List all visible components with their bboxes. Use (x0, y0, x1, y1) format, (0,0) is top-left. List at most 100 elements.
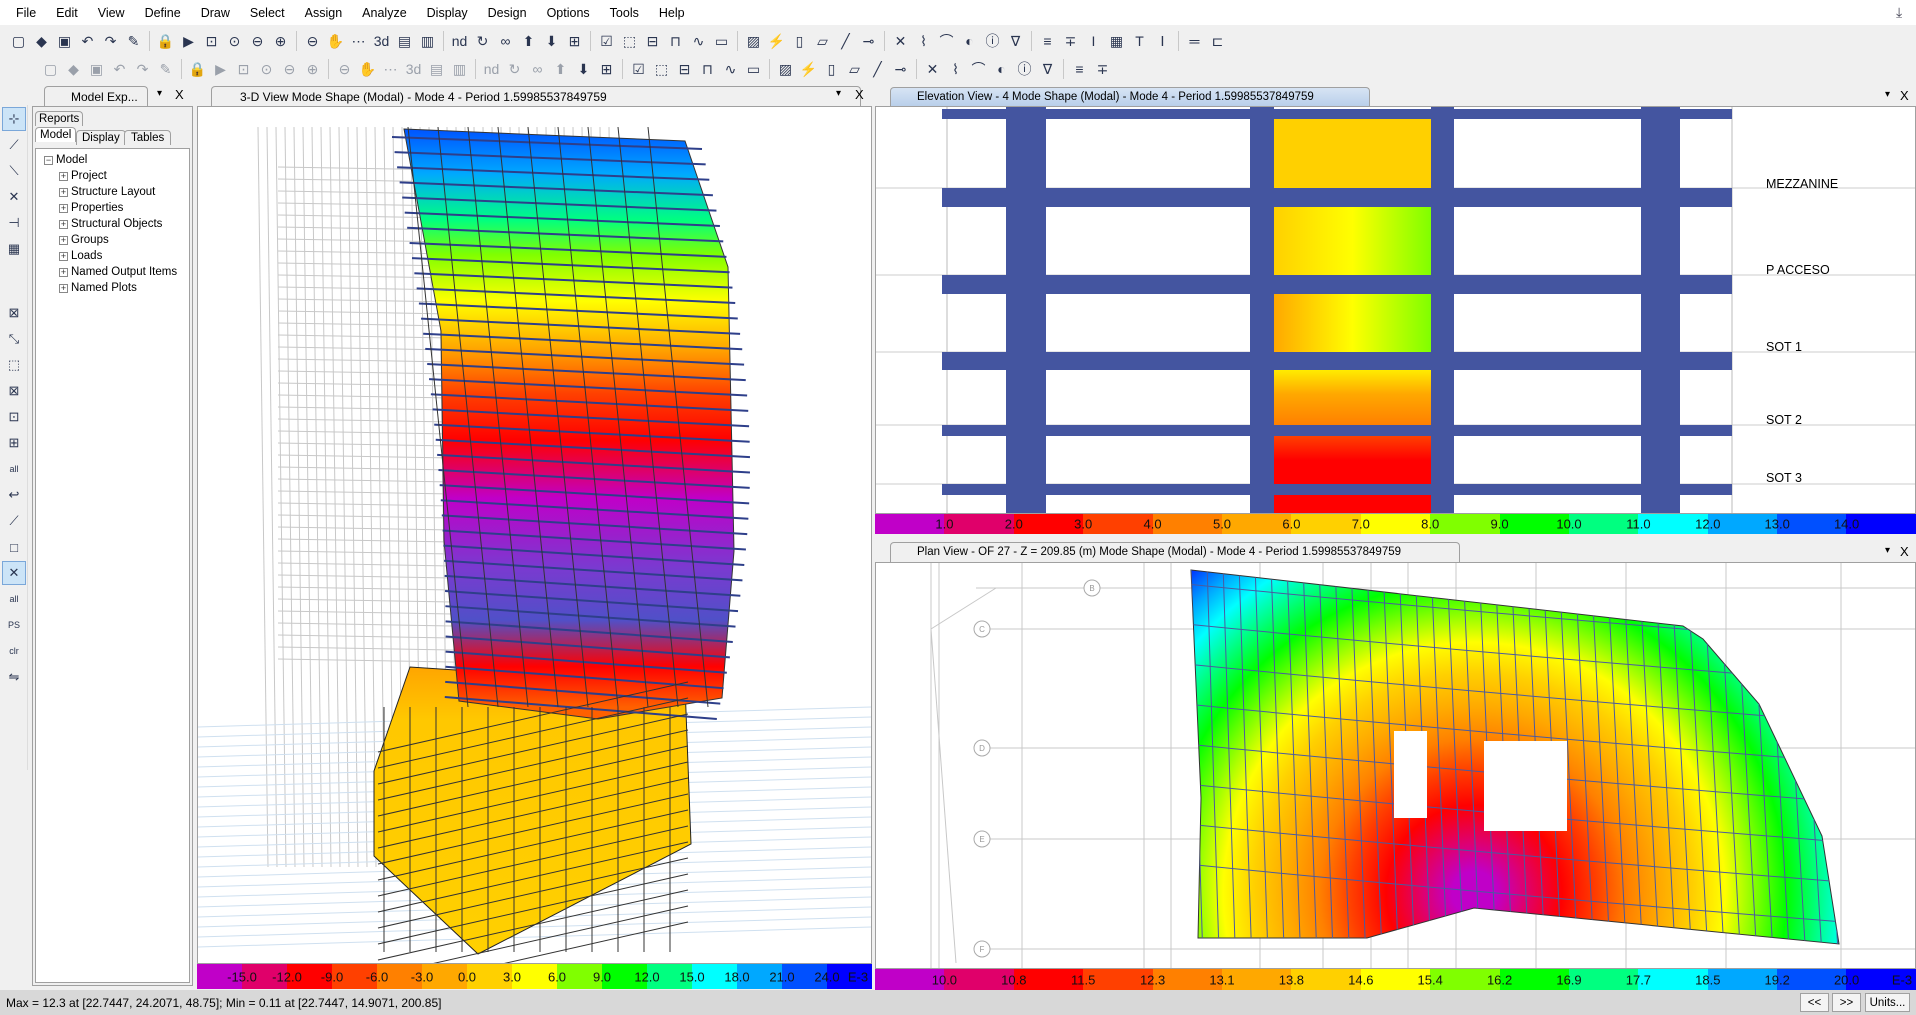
grid-dots-icon[interactable]: ⊕ (302, 58, 323, 80)
3d-view-icon[interactable]: 3d (371, 30, 392, 52)
zoom-previous-icon[interactable]: ⊖ (247, 30, 268, 52)
pencil-edit-icon[interactable]: ✎ (155, 58, 176, 80)
expand-icon[interactable]: + (59, 219, 68, 229)
glasses-icon[interactable]: ∞ (495, 30, 516, 52)
menu-select[interactable]: Select (240, 6, 295, 20)
draw-column-icon[interactable]: ⊓ (697, 58, 718, 80)
select-object-icon[interactable]: ⊡ (2, 405, 26, 429)
box-3d-icon[interactable]: ⬚ (619, 30, 640, 52)
select-brace-icon[interactable]: ✕ (2, 185, 26, 209)
join-icon[interactable]: ▥ (449, 58, 470, 80)
menu-assign[interactable]: Assign (295, 6, 353, 20)
spring-joint-icon[interactable]: ◆ (63, 58, 84, 80)
align-icon[interactable]: ⋯ (380, 58, 401, 80)
i-beam-icon[interactable]: I (1083, 30, 1104, 52)
merge-icon[interactable]: ✋ (357, 58, 378, 80)
assign-a-icon[interactable]: ∇ (1005, 30, 1026, 52)
merge-area-icon[interactable]: ⬇ (573, 58, 594, 80)
t-beam-icon[interactable]: T (1129, 30, 1150, 52)
view3d-dropdown-icon[interactable]: ▾ (836, 88, 841, 99)
elevation-dropdown-icon[interactable]: ▾ (1885, 89, 1890, 100)
select-joint-icon[interactable]: ⊹ (2, 107, 26, 131)
move-up-icon[interactable]: ⬆ (518, 30, 539, 52)
draw-rect-icon[interactable]: ▱ (844, 58, 865, 80)
lock-icon[interactable]: 🔒 (155, 30, 176, 52)
zoom-restore-icon[interactable]: ⊙ (224, 30, 245, 52)
expand-icon[interactable]: + (59, 187, 68, 197)
draw-area-icon[interactable]: ▯ (821, 58, 842, 80)
menu-draw[interactable]: Draw (191, 6, 240, 20)
paste-icon[interactable]: ⊡ (233, 58, 254, 80)
view3d-close-icon[interactable]: X (855, 87, 864, 102)
menu-analyze[interactable]: Analyze (352, 6, 416, 20)
draw-wall-icon[interactable]: ▨ (775, 58, 796, 80)
line-style-icon[interactable]: ═ (1184, 30, 1205, 52)
close-x-icon[interactable]: ✕ (890, 30, 911, 52)
tree-item[interactable]: + Groups (44, 232, 177, 248)
frame-icon[interactable]: ⊓ (665, 30, 686, 52)
menu-tools[interactable]: Tools (600, 6, 649, 20)
draw-slab-icon[interactable]: ∓ (1092, 58, 1113, 80)
template-icon[interactable]: ▦ (1106, 30, 1127, 52)
undo-icon[interactable]: ↶ (77, 30, 98, 52)
info-icon[interactable]: ⓘ (982, 30, 1003, 52)
select-line-icon[interactable]: ⟋ (2, 133, 26, 157)
new-file-icon[interactable]: ▢ (8, 30, 29, 52)
move-down-icon[interactable]: ⬇ (541, 30, 562, 52)
draw-spring-icon[interactable]: ✕ (922, 58, 943, 80)
draw-grid-icon[interactable]: ⊟ (674, 58, 695, 80)
shape-edit-icon[interactable]: ∞ (527, 58, 548, 80)
reshape-icon[interactable]: ☑ (628, 58, 649, 80)
assign-c-icon[interactable]: ∓ (1060, 30, 1081, 52)
collapse-icon[interactable]: − (44, 155, 53, 165)
tab-reports[interactable]: Reports (35, 111, 84, 126)
wall-icon[interactable]: ▯ (789, 30, 810, 52)
elevation-view-canvas[interactable]: MEZZANINE P ACCESO SOT 1 SOT 2 SOT 3 (875, 106, 1916, 514)
divide-icon[interactable]: ▤ (426, 58, 447, 80)
tree-item[interactable]: + Named Output Items (44, 264, 177, 280)
expand-icon[interactable]: + (59, 251, 68, 261)
expand-icon[interactable]: + (59, 283, 68, 293)
beam-icon[interactable]: ▭ (711, 30, 732, 52)
restraint-icon[interactable]: ▢ (40, 58, 61, 80)
joint-mass-icon[interactable]: ▣ (86, 58, 107, 80)
zoom-out-icon[interactable]: ⊖ (302, 30, 323, 52)
tree-item[interactable]: + Structure Layout (44, 184, 177, 200)
select-pattern-icon[interactable]: ⊞ (2, 431, 26, 455)
run-icon[interactable]: ▶ (178, 30, 199, 52)
copy-view-icon[interactable]: ⊏ (1207, 30, 1228, 52)
draw-hatch-icon[interactable]: ≡ (1069, 58, 1090, 80)
menu-help[interactable]: Help (649, 6, 695, 20)
draw-ref-icon[interactable]: ⓘ (1014, 58, 1035, 80)
draw-beam-icon[interactable]: ∿ (720, 58, 741, 80)
nd-view-icon[interactable]: nd (449, 30, 470, 52)
plan-view-icon[interactable]: ▤ (394, 30, 415, 52)
sound-icon[interactable]: ◐ (959, 30, 980, 52)
plan-dropdown-icon[interactable]: ▾ (1885, 545, 1890, 556)
move-joints-icon[interactable]: 3d (403, 58, 424, 80)
tree-item-model[interactable]: − Model (44, 152, 177, 168)
draw-section-icon[interactable]: ⌒ (968, 58, 989, 80)
elevation-view-icon[interactable]: ▥ (417, 30, 438, 52)
floor-icon[interactable]: ▱ (812, 30, 833, 52)
redo-icon[interactable]: ↷ (100, 30, 121, 52)
force-icon[interactable]: ⚡ (766, 30, 787, 52)
tab-3d-view[interactable]: 3-D View Mode Shape (Modal) - Mode 4 - P… (211, 86, 861, 106)
scissors-icon[interactable]: 🔒 (187, 58, 208, 80)
delete-icon[interactable]: ⊙ (256, 58, 277, 80)
select-allview-icon[interactable]: all (2, 587, 26, 611)
diaphragm-icon[interactable]: ↶ (109, 58, 130, 80)
checkbox-icon[interactable]: ☑ (596, 30, 617, 52)
select-area-icon[interactable]: ⬚ (2, 353, 26, 377)
tab-display[interactable]: Display (76, 130, 126, 145)
tab-tables[interactable]: Tables (124, 130, 172, 145)
download-icon[interactable]: ⤓ (1896, 4, 1902, 21)
tree-item[interactable]: + Project (44, 168, 177, 184)
tree-item[interactable]: + Properties (44, 200, 177, 216)
draw-line-icon[interactable]: ⬚ (651, 58, 672, 80)
draw-floor-icon[interactable]: ▭ (743, 58, 764, 80)
tab-model[interactable]: Model (35, 127, 77, 142)
tab-elevation-view[interactable]: Elevation View - 4 Mode Shape (Modal) - … (890, 87, 1370, 106)
expand-icon[interactable]: + (59, 203, 68, 213)
menu-define[interactable]: Define (135, 6, 191, 20)
